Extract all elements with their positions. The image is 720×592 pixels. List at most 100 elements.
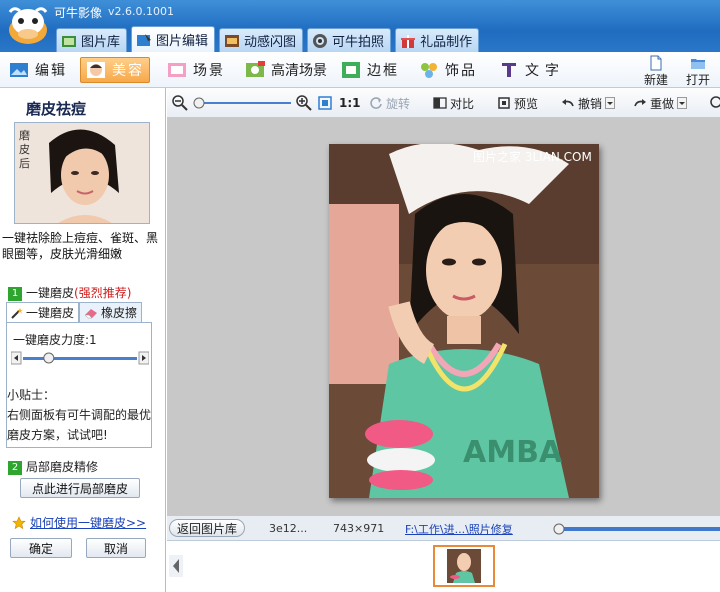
effect-preview-image: 磨皮后	[14, 122, 150, 224]
new-file-icon	[650, 55, 662, 71]
tab-image-edit[interactable]: 图片编辑	[131, 26, 216, 52]
edit-toolbar: 编辑 美容 场景 高清场景 边框 饰品 文字 新建 打开	[0, 52, 720, 88]
undo-icon	[562, 99, 574, 107]
file-path-link[interactable]: F:\工作\进...\照片修复	[405, 521, 513, 537]
zoom-in-icon[interactable]	[295, 94, 313, 112]
rotate-icon	[370, 97, 382, 109]
thumbnail-image	[447, 549, 481, 583]
decoration-icon	[421, 63, 437, 78]
undo-dropdown-icon[interactable]	[605, 97, 616, 109]
tab-gallery[interactable]: 图片库	[56, 28, 128, 52]
cancel-button[interactable]: 取消	[86, 538, 146, 558]
redo-dropdown-icon[interactable]	[677, 97, 688, 109]
tab-camera[interactable]: 可牛拍照	[307, 28, 392, 52]
status-bar: 返回图片库 3e12... 743×971 F:\工作\进...\照片修复	[167, 515, 720, 541]
rotate-button[interactable]: 旋转	[369, 94, 410, 112]
magic-wand-icon	[11, 307, 23, 319]
zoom-out-icon[interactable]	[171, 94, 189, 112]
back-to-gallery-button[interactable]: 返回图片库	[169, 519, 245, 537]
fit-window-icon[interactable]	[317, 94, 333, 112]
photo-thumbnail[interactable]	[433, 545, 495, 587]
animation-icon	[225, 34, 240, 47]
tool-scene[interactable]: 场景	[162, 57, 230, 83]
tips-text: 右侧面板有可牛调配的最优磨皮方案，试试吧!	[7, 408, 152, 442]
image-dimensions: 743×971	[333, 522, 385, 535]
tool-decor[interactable]: 饰品	[414, 57, 482, 83]
rotate-label: 旋转	[386, 96, 411, 111]
tab-eraser-label: 橡皮擦	[101, 306, 138, 320]
strength-slider-thumb[interactable]	[43, 352, 55, 364]
tool-hd-scene[interactable]: 高清场景	[240, 57, 332, 83]
search-icon[interactable]	[707, 94, 720, 112]
tool-text[interactable]: 文字	[494, 57, 570, 83]
mode-tabs: 一键磨皮 橡皮擦	[6, 302, 143, 322]
edited-photo[interactable]: AMBA 图片之家 3LIAN.COM	[329, 144, 599, 498]
tool-edit[interactable]: 编辑	[4, 57, 72, 83]
tab-animation[interactable]: 动感闪图	[219, 28, 304, 52]
gallery-icon	[62, 35, 76, 47]
tab-animation-label: 动感闪图	[244, 35, 297, 50]
file-id: 3e12...	[269, 522, 308, 535]
scene-icon	[168, 63, 186, 77]
gift-icon	[401, 34, 416, 48]
preview-icon	[498, 97, 510, 109]
tool-text-label: 文字	[525, 63, 565, 79]
star-icon	[12, 515, 26, 529]
tab-oneclick[interactable]: 一键磨皮	[6, 302, 80, 322]
portrait-photo: AMBA	[329, 144, 599, 498]
shirt-print: AMBA	[463, 435, 563, 470]
status-zoom-slider[interactable]	[551, 523, 720, 535]
local-retouch-button[interactable]: 点此进行局部磨皮	[20, 478, 140, 498]
tool-beauty[interactable]: 美容	[80, 57, 150, 83]
app-title: 可牛影像	[54, 6, 103, 20]
panel-title: 磨皮祛痘	[26, 100, 87, 118]
tool-frame[interactable]: 边框	[336, 57, 404, 83]
step2-number: 2	[8, 460, 22, 475]
tool-edit-label: 编辑	[35, 63, 67, 79]
open-button[interactable]: 打开	[678, 55, 718, 88]
tool-frame-label: 边框	[367, 63, 399, 79]
compare-button[interactable]: 对比	[433, 94, 474, 112]
main-tabs: 图片库 图片编辑 动感闪图 可牛拍照 礼品制作	[56, 26, 480, 52]
thumbnail-strip	[167, 541, 720, 592]
camera-icon	[313, 33, 328, 48]
compare-label: 对比	[450, 96, 475, 111]
new-button[interactable]: 新建	[636, 55, 676, 88]
strength-slider[interactable]	[11, 351, 149, 365]
portrait-thumbnail	[15, 123, 149, 223]
tab-eraser[interactable]: 橡皮擦	[79, 302, 143, 322]
beauty-panel: 磨皮祛痘 磨皮后 一键祛除脸上痘痘、雀斑、黑眼圈等，皮肤光滑细嫩 1 一键磨皮(强…	[0, 88, 166, 592]
frame-icon	[342, 62, 360, 78]
redo-button[interactable]: 重做	[633, 94, 688, 112]
preview-button[interactable]: 预览	[497, 94, 538, 112]
tips-box: 小贴士： 右侧面板有可牛调配的最优磨皮方案，试试吧!	[7, 385, 153, 445]
strength-label-text: 一键磨皮力度:	[13, 333, 90, 347]
preview-label: 磨皮后	[19, 129, 30, 170]
step1-heading: 1 一键磨皮(强烈推荐)	[8, 284, 131, 301]
zoom-slider-thumb[interactable]	[193, 97, 205, 109]
status-zoom-thumb[interactable]	[553, 523, 565, 535]
undo-button[interactable]: 撤销	[561, 94, 616, 112]
zoom-slider[interactable]	[191, 94, 295, 112]
actual-size-button[interactable]: 1:1	[339, 94, 361, 112]
eraser-icon	[84, 308, 98, 318]
face-icon	[87, 62, 105, 78]
tips-title: 小贴士：	[7, 388, 56, 402]
title-bar: 可牛影像 v2.6.0.1001 图片库 图片编辑 动感闪图 可牛拍照 礼品制作	[0, 0, 720, 52]
text-icon	[502, 63, 516, 77]
preview-label: 预览	[514, 96, 539, 111]
howto-link[interactable]: 如何使用一键磨皮>>	[30, 514, 146, 531]
strength-label: 一键磨皮力度:1	[13, 331, 97, 348]
app-version: v2.6.0.1001	[108, 5, 174, 18]
strength-value: 1	[89, 333, 97, 347]
photo-watermark: 图片之家 3LIAN.COM	[473, 150, 592, 164]
tab-image-edit-label: 图片编辑	[156, 34, 209, 49]
tab-oneclick-label: 一键磨皮	[26, 306, 75, 320]
ok-button[interactable]: 确定	[10, 538, 72, 558]
scroll-left-icon[interactable]	[169, 555, 183, 577]
step1-number: 1	[8, 286, 22, 301]
image-canvas[interactable]: AMBA 图片之家 3LIAN.COM	[167, 118, 720, 515]
step2-heading: 2 局部磨皮精修	[8, 458, 98, 475]
tab-gift[interactable]: 礼品制作	[395, 28, 480, 52]
open-button-label: 打开	[685, 73, 710, 87]
